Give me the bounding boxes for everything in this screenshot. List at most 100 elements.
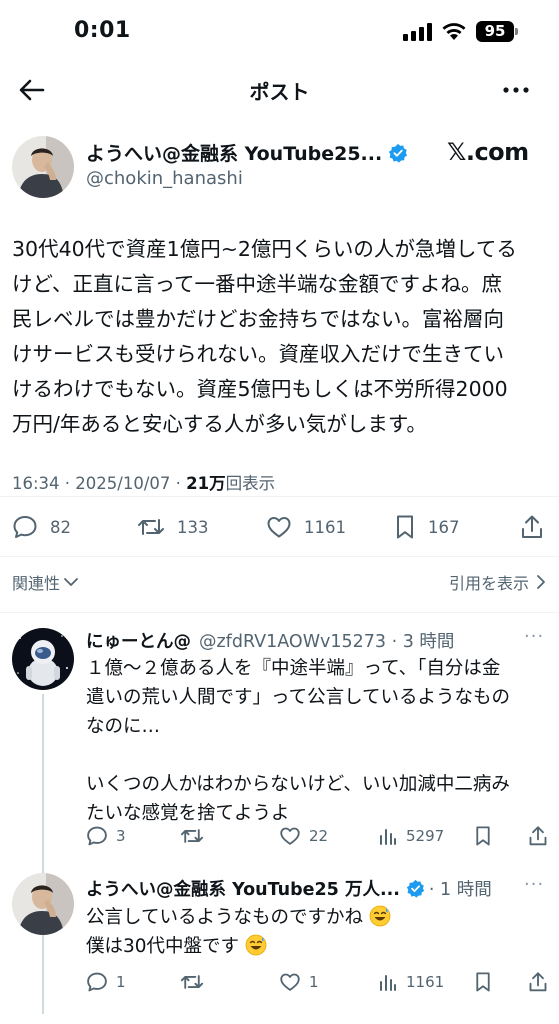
heart-icon (280, 827, 300, 845)
share-icon (529, 972, 547, 992)
reply-avatar[interactable] (12, 873, 74, 935)
reply-text-line-with-emoji: 僕は30代中盤です (86, 932, 552, 961)
sweat-smile-emoji-icon (245, 934, 267, 956)
share-button[interactable] (520, 510, 556, 544)
verified-badge-icon (406, 879, 425, 898)
repost-icon (138, 519, 164, 535)
chevron-right-icon (537, 575, 545, 589)
post-text-line: 30代40代で資産1億円~2億円くらいの人が急増してる (12, 237, 517, 261)
reply-reply-button[interactable]: 1 (86, 968, 126, 996)
like-count: 22 (309, 827, 329, 845)
reply-text-line: なのに… (86, 716, 161, 737)
chevron-down-icon (64, 578, 78, 586)
author-handle[interactable]: @chokin_hanashi (86, 168, 243, 189)
reply-button[interactable]: 82 (12, 510, 71, 544)
divider (0, 612, 559, 613)
reply-repost-button[interactable] (180, 968, 212, 996)
view-quotes-link[interactable]: 引用を表示 (449, 570, 547, 594)
heart-icon (280, 973, 300, 991)
reply-like-button[interactable]: 22 (279, 822, 328, 850)
reply-author-name[interactable]: ようへい@金融系 YouTube25 万人... (86, 876, 400, 901)
reply-bookmark-button[interactable] (474, 822, 500, 850)
cellular-signal-icon (403, 23, 433, 41)
astronaut-avatar-image (12, 628, 74, 690)
battery-icon: 95 (476, 21, 514, 42)
like-count: 1161 (304, 517, 346, 537)
avatar-image (12, 136, 74, 198)
bookmark-button[interactable]: 167 (394, 510, 460, 544)
bookmark-icon (397, 515, 413, 539)
reply-text-line: いくつの人かはわからないけど、いい加減中二病み (86, 774, 510, 795)
reply-count: 1 (116, 973, 126, 991)
sort-label: 関連性 (12, 574, 61, 593)
post-text-line: けサービスも受けられない。資産収入だけで生きてい (12, 342, 504, 366)
reply-share-button[interactable] (528, 822, 556, 850)
reply-text: １億〜２億ある人を『中途半端』って、「自分は金 遣いの荒い人間です」って公言して… (86, 654, 552, 828)
share-icon (522, 515, 542, 538)
post-action-bar: 82 133 1161 167 (12, 510, 548, 544)
status-time: 0:01 (74, 18, 131, 43)
reply-avatar[interactable] (12, 628, 74, 690)
view-quotes-label: 引用を表示 (448, 574, 529, 593)
post-timestamp[interactable]: 16:34 · 2025/10/07 · (12, 474, 186, 493)
author-name[interactable]: ようへい@金融系 YouTube25... (86, 139, 382, 166)
reply-header: にゅーとん@ @zfdRV1AOWv15273 · 3 時間 (86, 628, 454, 653)
author-avatar-image (12, 873, 74, 935)
post-text-line: 万円/年あると安心する人が多い気がします。 (12, 412, 427, 436)
reply-views-button[interactable]: 5297 (378, 822, 444, 850)
reply-text-line: １億〜２億ある人を『中途半端』って、「自分は金 (86, 658, 501, 679)
reply-like-button[interactable]: 1 (279, 968, 319, 996)
battery-tip (515, 28, 518, 35)
reply-more-button[interactable]: ··· (524, 626, 544, 647)
more-options-button[interactable] (496, 74, 536, 106)
comment-icon (13, 516, 37, 538)
wifi-icon (442, 23, 466, 40)
views-count: 1161 (406, 973, 445, 991)
more-horizontal-icon (503, 87, 529, 93)
like-count: 1 (309, 973, 319, 991)
reply-views-button[interactable]: 1161 (378, 968, 444, 996)
reply-text-line: 公言しているようなものですかね (86, 907, 363, 928)
repost-icon (180, 975, 204, 989)
repost-icon (180, 829, 204, 843)
bookmark-count: 167 (428, 517, 460, 537)
reply-sort-row: 関連性 引用を表示 (12, 566, 547, 596)
reply-reply-button[interactable]: 3 (86, 822, 126, 850)
post-text-line: けるわけでもない。資産5億円もしくは不労所得2000 (12, 377, 508, 401)
post-text: 30代40代で資産1億円~2億円くらいの人が急増してる けど、正直に言って一番中… (12, 232, 550, 442)
post-text-line: 民レベルでは豊かだけどお金持ちではない。富裕層向 (12, 307, 504, 331)
bookmark-icon (476, 826, 490, 846)
reply-bookmark-button[interactable] (474, 968, 500, 996)
reply-author-handle[interactable]: @zfdRV1AOWv15273 · 3 時間 (199, 628, 454, 653)
reply-author-name[interactable]: にゅーとん@ (86, 628, 191, 653)
reply-more-button[interactable]: ··· (524, 874, 544, 895)
divider (0, 556, 559, 557)
reply-repost-button[interactable] (180, 822, 212, 850)
views-count: 21万 (186, 474, 226, 493)
analytics-icon (380, 975, 396, 991)
post-text-line: けど、正直に言って一番中途半端な金額ですよね。庶 (12, 272, 502, 296)
x-com-watermark: 𝕏.com (447, 138, 529, 166)
reply-share-button[interactable] (528, 968, 556, 996)
author-avatar[interactable] (12, 136, 74, 198)
heart-icon (267, 517, 291, 538)
sweat-smile-emoji-icon (369, 905, 391, 927)
thread-line (42, 940, 44, 1014)
repost-count: 133 (177, 517, 209, 537)
repost-button[interactable]: 133 (137, 510, 209, 544)
status-bar: 0:01 95 (0, 0, 559, 62)
reply-header: ようへい@金融系 YouTube25 万人... · 1 時間 (86, 876, 492, 901)
verified-badge-icon (389, 143, 408, 163)
like-button[interactable]: 1161 (266, 510, 346, 544)
post-author: ようへい@金融系 YouTube25... @chokin_hanashi 𝕏.… (12, 136, 552, 200)
post-meta: 16:34 · 2025/10/07 · 21万回表示 (12, 470, 275, 494)
reply-text-line: 遣いの荒い人間です」って公言しているようなもの (86, 687, 511, 708)
reply-time[interactable]: · 1 時間 (429, 876, 492, 901)
sort-relevance-button[interactable]: 関連性 (12, 570, 79, 594)
views-label: 回表示 (225, 474, 276, 493)
views-count: 5297 (406, 827, 445, 845)
analytics-icon (380, 829, 396, 845)
reply-text-line: 僕は30代中盤です (86, 936, 240, 957)
page-title: ポスト (249, 80, 310, 104)
